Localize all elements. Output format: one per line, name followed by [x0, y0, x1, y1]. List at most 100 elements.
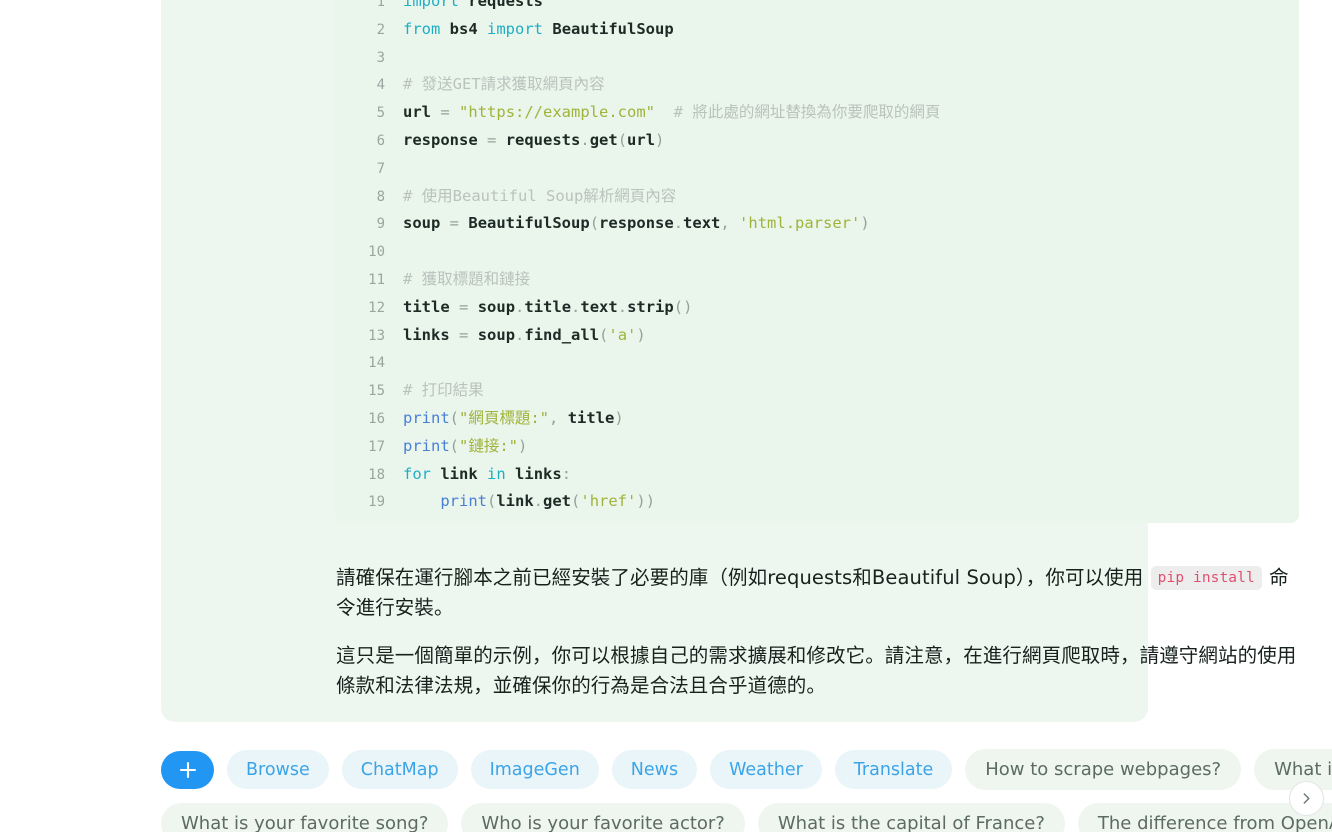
code-line: 11 # 獲取標題和鏈接	[335, 266, 1299, 294]
line-number: 5	[376, 105, 385, 122]
code-line: 7	[335, 155, 1299, 183]
code-token: )	[614, 408, 624, 427]
line-number: 19	[368, 494, 385, 511]
code-token: find_all	[524, 325, 600, 344]
code-token: ()	[673, 297, 693, 316]
line-number: 13	[368, 327, 385, 344]
tool-chip-chatmap[interactable]: ChatMap	[341, 750, 458, 789]
question-chip-how-to-scrape[interactable]: How to scrape webpages?	[965, 749, 1242, 790]
code-token: =	[459, 297, 469, 316]
code-token: =	[487, 130, 497, 149]
paragraph-install-note: 請確保在運行腳本之前已經安裝了必要的庫（例如requests和Beautiful…	[336, 563, 1298, 623]
code-token: soup	[403, 214, 441, 233]
code-token: .	[533, 492, 544, 511]
add-tool-button[interactable]	[161, 750, 214, 789]
code-line-content: # 發送GET請求獲取網頁內容	[403, 75, 605, 93]
code-token: # 將此處的網址替換為你要爬取的網頁	[673, 103, 941, 122]
code-token: )	[860, 214, 870, 233]
line-number: 3	[376, 49, 385, 66]
line-number: 10	[368, 244, 385, 261]
line-number: 4	[376, 77, 385, 94]
code-token: )	[518, 436, 528, 455]
suggestion-chips-area: Browse ChatMap ImageGen News Weather Tra…	[0, 744, 1332, 832]
code-token: bs4	[449, 19, 478, 38]
code-token: in	[487, 464, 506, 483]
code-token: from	[403, 19, 441, 38]
suggestion-row-questions: What is your favorite song? Who is your …	[161, 803, 1332, 832]
code-token: print	[440, 492, 487, 511]
plus-icon	[179, 761, 196, 778]
code-token: for	[403, 464, 431, 483]
chevron-right-icon	[1303, 793, 1310, 804]
code-line: 19 print(link.get('href'))	[335, 488, 1299, 516]
code-token: :	[561, 464, 572, 483]
code-line-content: import requests	[403, 0, 543, 10]
code-token: ,	[549, 408, 568, 427]
inline-code-pip-install: pip install	[1150, 565, 1262, 590]
code-token: "https://example.com"	[459, 103, 655, 122]
tool-chip-news[interactable]: News	[611, 750, 698, 789]
code-token: get	[543, 492, 572, 511]
question-chip-capital-france[interactable]: What is the capital of France?	[757, 803, 1065, 832]
code-token: (	[449, 408, 460, 427]
code-token: text	[580, 297, 618, 316]
code-line-content: print("網頁標題:", title)	[403, 409, 624, 427]
code-line-content: from bs4 import BeautifulSoup	[403, 20, 674, 38]
code-line: 4 # 發送GET請求獲取網頁內容	[335, 71, 1299, 99]
code-line: 16 print("網頁標題:", title)	[335, 405, 1299, 433]
line-number: 8	[376, 188, 385, 205]
line-number: 6	[376, 132, 385, 149]
code-token: response	[403, 130, 478, 149]
tool-chip-browse[interactable]: Browse	[227, 750, 329, 789]
code-line: 18 for link in links:	[335, 461, 1299, 489]
tool-chip-weather[interactable]: Weather	[710, 750, 822, 789]
code-token: (	[599, 325, 609, 344]
code-token: (	[571, 492, 581, 511]
code-token: .	[673, 214, 684, 233]
line-number: 2	[376, 21, 385, 38]
code-line: 10	[335, 238, 1299, 266]
scroll-suggestions-next-button[interactable]	[1289, 781, 1324, 816]
code-token: .	[515, 297, 525, 316]
code-token: import	[487, 19, 544, 38]
code-token: soup	[477, 297, 516, 316]
code-line: 17 print("鏈接:")	[335, 433, 1299, 461]
tool-chip-imagegen[interactable]: ImageGen	[470, 750, 599, 789]
line-number: 12	[368, 299, 385, 316]
code-token: ,	[720, 214, 740, 233]
code-token: text	[683, 214, 721, 233]
code-token: .	[580, 130, 590, 149]
code-token: requests	[505, 130, 581, 149]
code-line-content: # 獲取標題和鏈接	[403, 270, 530, 288]
code-token: # 發送GET請求獲取網頁內容	[403, 75, 605, 94]
question-chip-favorite-actor[interactable]: Who is your favorite actor?	[461, 803, 745, 832]
tool-chip-translate[interactable]: Translate	[834, 750, 953, 789]
line-number: 16	[368, 410, 385, 427]
code-line: 1 import requests	[335, 0, 1299, 16]
line-number: 15	[368, 383, 385, 400]
code-line-content: soup = BeautifulSoup(response.text, 'htm…	[403, 214, 870, 232]
code-line: 13 links = soup.find_all('a')	[335, 322, 1299, 350]
code-token: url	[627, 130, 656, 149]
code-line: 8 # 使用Beautiful Soup解析網頁內容	[335, 183, 1299, 211]
code-token: "鏈接:"	[459, 436, 519, 455]
code-token: # 使用Beautiful Soup解析網頁內容	[403, 186, 677, 205]
line-number: 17	[368, 438, 385, 455]
assistant-message-bubble: 1 import requests 2 from bs4 import Beautif…	[161, 0, 1299, 722]
code-token: =	[459, 325, 469, 344]
question-chip-what-is-beautifulsoup[interactable]: What is Bea	[1254, 749, 1332, 790]
code-line: 15 # 打印結果	[335, 377, 1299, 405]
code-token: links	[403, 325, 450, 344]
question-chip-favorite-song[interactable]: What is your favorite song?	[161, 803, 449, 832]
code-token: # 打印結果	[403, 381, 484, 400]
